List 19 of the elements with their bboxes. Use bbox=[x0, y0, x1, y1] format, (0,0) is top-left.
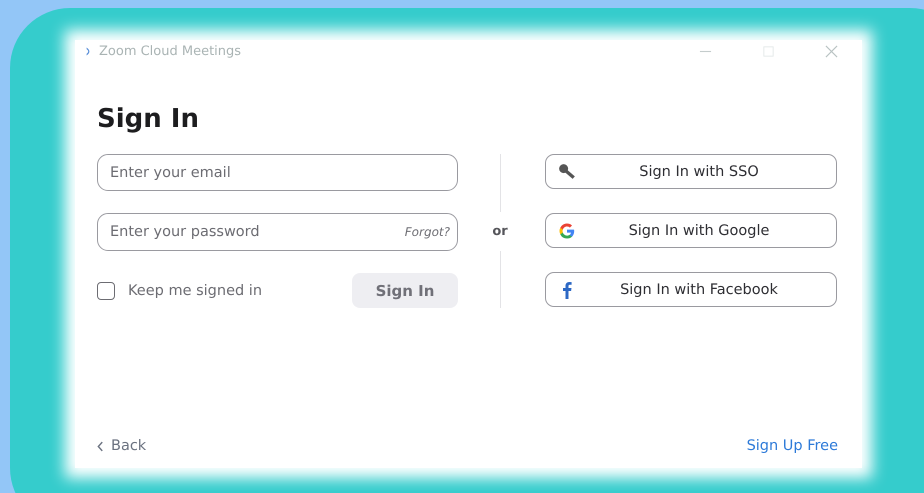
sso-sign-in-button[interactable]: Sign In with SSO bbox=[545, 154, 837, 189]
keep-signed-in-label: Keep me signed in bbox=[128, 282, 262, 298]
sign-up-free-link[interactable]: Sign Up Free bbox=[746, 438, 838, 454]
key-icon bbox=[558, 162, 576, 180]
maximize-icon[interactable] bbox=[762, 44, 775, 58]
facebook-f-icon bbox=[562, 280, 572, 298]
or-separator: or bbox=[492, 222, 508, 240]
forgot-link[interactable]: Forgot? bbox=[404, 225, 450, 239]
password-field[interactable]: Enter your password Forgot? bbox=[97, 213, 458, 251]
facebook-sign-in-button[interactable]: Sign In with Facebook bbox=[545, 272, 837, 307]
google-logo-icon bbox=[558, 222, 576, 240]
email-field[interactable]: Enter your email bbox=[97, 154, 458, 191]
google-sign-in-button[interactable]: Sign In with Google bbox=[545, 213, 837, 248]
close-icon[interactable] bbox=[825, 44, 838, 58]
back-link[interactable]: Back bbox=[97, 438, 146, 454]
sign-in-heading: Sign In bbox=[97, 103, 200, 136]
window-title: Zoom Cloud Meetings bbox=[99, 44, 242, 58]
chevron-left-icon bbox=[97, 440, 104, 452]
keep-signed-in-checkbox[interactable] bbox=[97, 282, 115, 300]
